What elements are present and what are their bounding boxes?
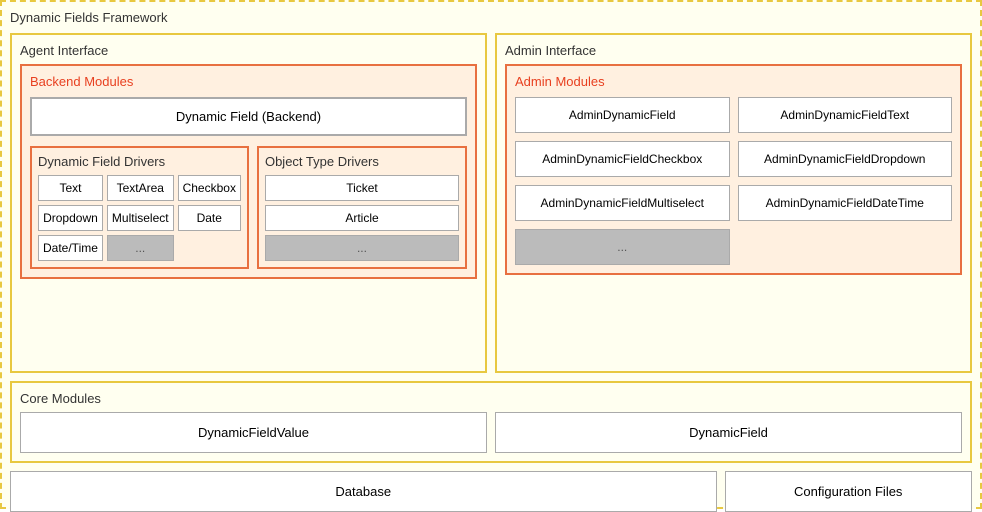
admin-interface-label: Admin Interface — [505, 43, 962, 58]
bottom-row: Database Configuration Files — [10, 471, 972, 512]
driver-btn-grid: Text TextArea Checkbox Dropdown Multisel… — [38, 175, 241, 261]
admin-interface: Admin Interface Admin Modules AdminDynam… — [495, 33, 972, 373]
btn-database[interactable]: Database — [10, 471, 717, 512]
drivers-row: Dynamic Field Drivers Text TextArea Chec… — [30, 146, 467, 269]
btn-more-drivers[interactable]: ... — [107, 235, 174, 261]
object-type-drivers-box: Object Type Drivers Ticket Article ... — [257, 146, 467, 269]
btn-dropdown[interactable]: Dropdown — [38, 205, 103, 231]
btn-dynamic-field-value[interactable]: DynamicFieldValue — [20, 412, 487, 453]
object-type-btn-grid: Ticket Article ... — [265, 175, 459, 261]
btn-admin-dynamic-field-dropdown[interactable]: AdminDynamicFieldDropdown — [738, 141, 953, 177]
btn-multiselect[interactable]: Multiselect — [107, 205, 174, 231]
btn-textarea[interactable]: TextArea — [107, 175, 174, 201]
btn-dynamic-field-core[interactable]: DynamicField — [495, 412, 962, 453]
btn-config-files[interactable]: Configuration Files — [725, 471, 973, 512]
backend-modules-label: Backend Modules — [30, 74, 467, 89]
dynamic-field-drivers-label: Dynamic Field Drivers — [38, 154, 241, 169]
btn-admin-dynamic-field-multiselect[interactable]: AdminDynamicFieldMultiselect — [515, 185, 730, 221]
core-modules-section: Core Modules DynamicFieldValue DynamicFi… — [10, 381, 972, 463]
object-type-drivers-label: Object Type Drivers — [265, 154, 459, 169]
btn-ticket[interactable]: Ticket — [265, 175, 459, 201]
btn-admin-dynamic-field-text[interactable]: AdminDynamicFieldText — [738, 97, 953, 133]
core-modules-label: Core Modules — [20, 391, 962, 406]
admin-btn-grid: AdminDynamicField AdminDynamicFieldText … — [515, 97, 952, 265]
btn-checkbox[interactable]: Checkbox — [178, 175, 241, 201]
btn-date[interactable]: Date — [178, 205, 241, 231]
outer-frame: Dynamic Fields Framework Agent Interface… — [0, 0, 982, 509]
btn-admin-dynamic-field[interactable]: AdminDynamicField — [515, 97, 730, 133]
btn-admin-dynamic-field-datetime[interactable]: AdminDynamicFieldDateTime — [738, 185, 953, 221]
agent-interface: Agent Interface Backend Modules Dynamic … — [10, 33, 487, 373]
btn-more-object[interactable]: ... — [265, 235, 459, 261]
admin-modules-label: Admin Modules — [515, 74, 952, 89]
core-modules-row: DynamicFieldValue DynamicField — [20, 412, 962, 453]
agent-interface-label: Agent Interface — [20, 43, 477, 58]
admin-modules: Admin Modules AdminDynamicField AdminDyn… — [505, 64, 962, 275]
dynamic-field-backend: Dynamic Field (Backend) — [30, 97, 467, 136]
btn-text[interactable]: Text — [38, 175, 103, 201]
btn-datetime[interactable]: Date/Time — [38, 235, 103, 261]
backend-modules: Backend Modules Dynamic Field (Backend) … — [20, 64, 477, 279]
page-title: Dynamic Fields Framework — [10, 10, 972, 25]
main-content: Agent Interface Backend Modules Dynamic … — [10, 33, 972, 373]
btn-article[interactable]: Article — [265, 205, 459, 231]
btn-more-admin[interactable]: ... — [515, 229, 730, 265]
btn-admin-dynamic-field-checkbox[interactable]: AdminDynamicFieldCheckbox — [515, 141, 730, 177]
dynamic-field-drivers-box: Dynamic Field Drivers Text TextArea Chec… — [30, 146, 249, 269]
